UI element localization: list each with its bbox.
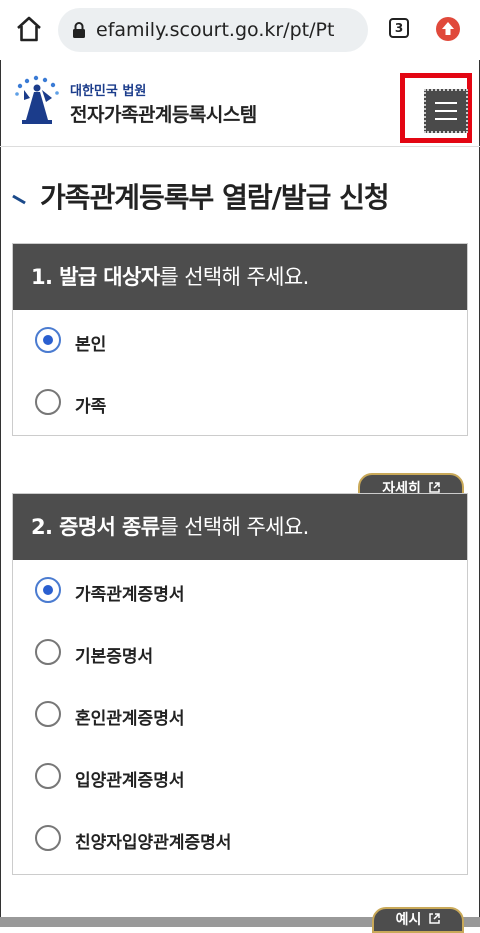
target-heading-rest: 를 선택해 주세요.	[159, 265, 309, 289]
option-label: 혼인관계증명서	[75, 709, 185, 729]
site-header: 대한민국 법원 전자가족관계등록시스템	[0, 60, 480, 147]
option-label: 기본증명서	[75, 647, 154, 667]
radio-family[interactable]	[35, 389, 61, 415]
radio-self[interactable]	[35, 327, 61, 353]
certificate-heading-bold: 2. 증명서 종류	[31, 515, 160, 539]
option-self[interactable]: 본인	[13, 310, 467, 372]
option-self-label: 본인	[75, 335, 107, 355]
radio-marriage-cert[interactable]	[35, 701, 61, 727]
option-family[interactable]: 가족	[13, 372, 467, 434]
option-label: 입양관계증명서	[75, 771, 185, 791]
home-icon[interactable]	[14, 14, 44, 44]
option-label: 친양자입양관계증명서	[75, 833, 232, 853]
hamburger-menu-icon[interactable]	[424, 89, 468, 133]
court-logo-icon[interactable]	[12, 72, 64, 128]
page-title-text: 가족관계등록부 열람/발급 신청	[40, 181, 390, 214]
target-section: 1. 발급 대상자를 선택해 주세요. 본인 가족	[12, 243, 468, 436]
radio-full-adoption-cert[interactable]	[35, 825, 61, 851]
court-name: 대한민국 법원	[70, 84, 147, 99]
title-bullet-icon	[12, 194, 26, 204]
example-button-label: 예시	[395, 912, 422, 928]
system-name[interactable]: 전자가족관계등록시스템	[70, 100, 257, 127]
tab-switcher-button[interactable]: 3	[389, 18, 409, 38]
option-basic-cert[interactable]: 기본증명서	[13, 622, 467, 684]
option-adoption-cert[interactable]: 입양관계증명서	[13, 746, 467, 808]
certificate-heading-rest: 를 선택해 주세요.	[159, 515, 309, 539]
example-button[interactable]: 예시	[372, 907, 464, 933]
option-label: 가족관계증명서	[75, 585, 185, 605]
certificate-section: 2. 증명서 종류를 선택해 주세요. 가족관계증명서 기본증명서 혼인관계증명…	[12, 493, 468, 875]
url-text: efamily.scourt.go.kr/pt/Pt	[96, 19, 335, 41]
radio-basic-cert[interactable]	[35, 639, 61, 665]
radio-adoption-cert[interactable]	[35, 763, 61, 789]
option-full-adoption-cert[interactable]: 친양자입양관계증명서	[13, 808, 467, 870]
target-section-heading: 1. 발급 대상자를 선택해 주세요.	[13, 244, 467, 310]
page-title: 가족관계등록부 열람/발급 신청	[12, 176, 390, 216]
upload-icon[interactable]	[436, 17, 460, 41]
option-family-label: 가족	[75, 397, 107, 417]
lock-icon	[73, 22, 85, 38]
external-link-icon	[429, 482, 440, 493]
address-bar[interactable]: efamily.scourt.go.kr/pt/Pt	[58, 8, 368, 52]
certificate-section-heading: 2. 증명서 종류를 선택해 주세요.	[13, 494, 467, 560]
external-link-icon	[429, 913, 441, 924]
radio-family-relation-cert[interactable]	[35, 577, 61, 603]
option-family-relation-cert[interactable]: 가족관계증명서	[13, 560, 467, 622]
target-heading-bold: 1. 발급 대상자	[31, 265, 160, 289]
browser-toolbar: efamily.scourt.go.kr/pt/Pt 3	[0, 0, 480, 60]
option-marriage-cert[interactable]: 혼인관계증명서	[13, 684, 467, 746]
